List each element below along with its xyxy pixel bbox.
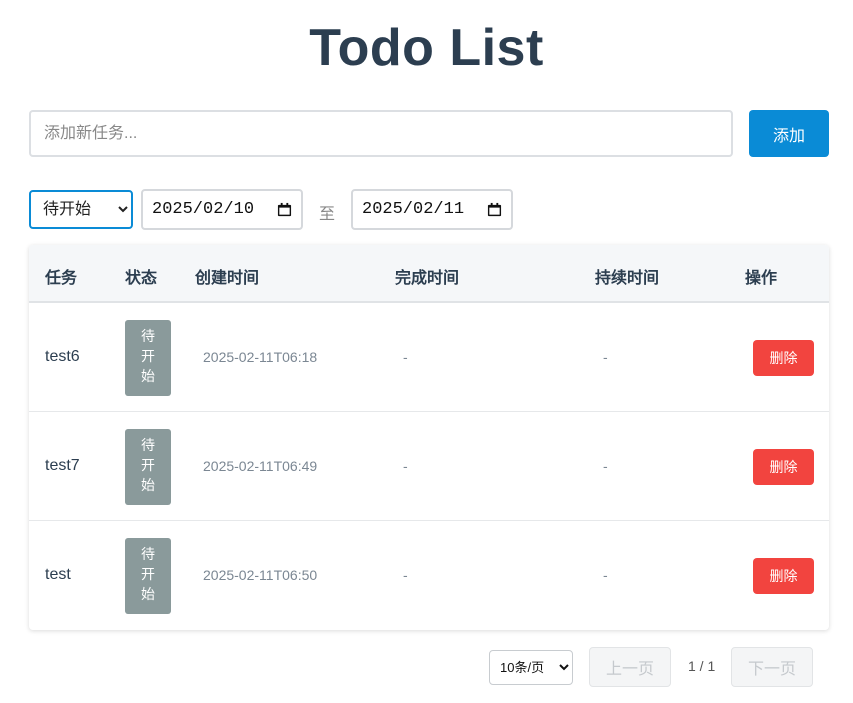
add-button[interactable]: 添加 [749,110,829,157]
date-range-separator: 至 [319,206,336,223]
delete-button[interactable]: 删除 [753,449,814,485]
table-header: 任务 状态 创建时间 完成时间 持续时间 操作 [29,245,829,303]
task-name: test6 [45,348,80,365]
status-badge: 待 开 始 [125,320,171,396]
page-size-select[interactable]: 10条/页 [489,650,573,685]
page-title: Todo List [309,19,544,77]
calendar-icon[interactable] [277,202,292,217]
completed-time: - [403,567,408,583]
column-header-completed: 完成时间 [395,270,460,287]
table-row: test6 待 开 始 2025-02-11T06:18 - - 删除 [29,303,829,412]
column-header-task: 任务 [45,270,78,287]
completed-time: - [403,349,408,365]
status-badge: 待 开 始 [125,538,171,614]
column-header-status: 状态 [125,270,158,287]
status-char: 待 [141,437,155,453]
duration: - [603,567,608,583]
status-char: 始 [141,586,155,602]
column-header-duration: 持续时间 [595,270,660,287]
status-char: 待 [141,328,155,344]
calendar-icon[interactable] [487,202,502,217]
status-filter-select[interactable]: 待开始 [29,190,133,229]
status-char: 开 [141,348,155,364]
status-char: 开 [141,457,155,473]
table-row: test 待 开 始 2025-02-11T06:50 - - 删除 [29,521,829,630]
status-char: 始 [141,368,155,384]
duration: - [603,458,608,474]
task-name: test [45,566,71,583]
completed-time: - [403,458,408,474]
delete-button[interactable]: 删除 [753,558,814,594]
table-row: test7 待 开 始 2025-02-11T06:49 - - 删除 [29,412,829,521]
todo-table: 任务 状态 创建时间 完成时间 持续时间 操作 test6 待 开 始 2025… [29,245,829,630]
delete-button[interactable]: 删除 [753,340,814,376]
created-time: 2025-02-11T06:18 [203,349,318,365]
column-header-created: 创建时间 [195,270,260,287]
created-time: 2025-02-11T06:50 [203,567,318,583]
start-date-input[interactable]: 2025/02/10 [141,189,303,230]
status-char: 待 [141,546,155,562]
end-date-input[interactable]: 2025/02/11 [351,189,513,230]
next-page-button[interactable]: 下一页 [731,647,813,687]
status-char: 始 [141,477,155,493]
prev-page-button[interactable]: 上一页 [589,647,671,687]
created-time: 2025-02-11T06:49 [203,458,318,474]
status-char: 开 [141,566,155,582]
status-badge: 待 开 始 [125,429,171,505]
duration: - [603,349,608,365]
page-indicator: 1 / 1 [688,658,716,674]
column-header-actions: 操作 [745,270,778,287]
new-task-input[interactable] [29,110,733,157]
task-name: test7 [45,457,80,474]
start-date-value: 2025/02/10 [152,200,255,219]
end-date-value: 2025/02/11 [362,200,465,219]
